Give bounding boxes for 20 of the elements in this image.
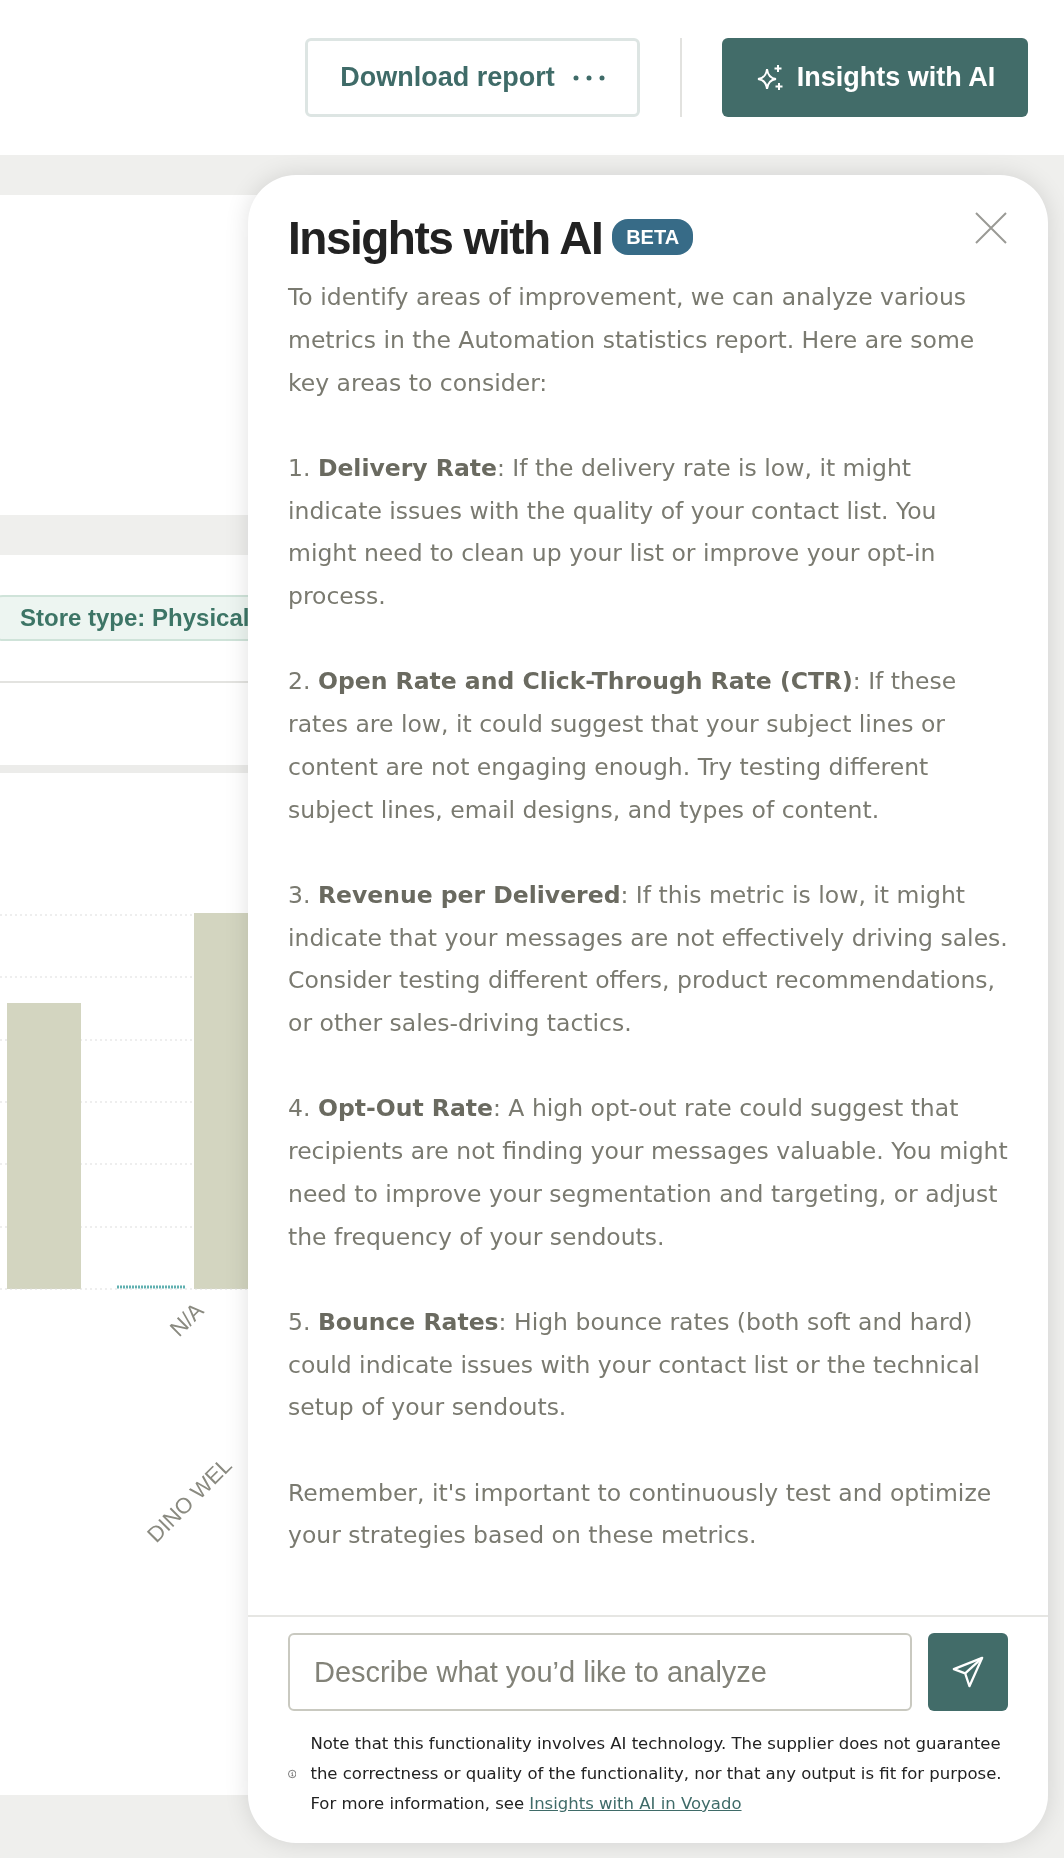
- download-report-button[interactable]: Download report: [305, 38, 640, 117]
- answer-paragraph: 2. Open Rate and Click-Through Rate (CTR): If these rates are low, it could suggest that your subject lines or content are not engaging enough. Try testing different subject lines, email designs, and types of content.: [288, 666, 958, 826]
- insights-with-ai-button[interactable]: Insights with AI: [722, 38, 1028, 117]
- more-icon: [572, 74, 605, 81]
- answer-paragraph: 1. Delivery Rate: If the delivery rate is low, it might indicate issues with the quality of your contact list. You might need to clean up your list or improve your opt-in process.: [288, 453, 938, 613]
- panel-title: Insights with AI: [288, 211, 603, 266]
- send-button[interactable]: [928, 1633, 1008, 1711]
- answer-paragraph: 4. Opt-Out Rate: A high opt-out rate could suggest that recipients are not finding your messages valuable. You might need to improve your segmentation and targeting, or adjust the frequency of your sendouts.: [288, 1093, 1008, 1253]
- disclaimer-text: Note that this functionality involves AI technology. The supplier does not guarantee the correctness or quality of the functionality, nor that any output is fit for purpose. For more information, see Insights with AI in Voyado: [310, 1733, 1003, 1815]
- answer-paragraph: Remember, it's important to continuously test and optimize your strategies based on these metrics.: [288, 1477, 993, 1552]
- input-field[interactable]: Describe what you’d like to analyze: [288, 1633, 912, 1711]
- help-link[interactable]: Insights with AI in Voyado: [529, 1794, 742, 1813]
- answer-paragraph: To identify areas of improvement, we can analyze various metrics in the Automation statistics report. Here are some key areas to consider:: [288, 282, 976, 399]
- close-button[interactable]: [974, 211, 1008, 245]
- paper-plane-icon: [951, 1655, 985, 1689]
- beta-badge: BETA: [612, 219, 694, 255]
- answer-paragraph: 5. Bounce Rates: High bounce rates (both soft and hard) could indicate issues with your contact list or the technical setup of your sendouts.: [288, 1307, 981, 1424]
- answer-paragraph: 3. Revenue per Delivered: If this metric is low, it might indicate that your messages are not effectively driving sales. Consider testing different offers, product recommendations, or other sales-driving tactics.: [288, 880, 1008, 1040]
- axis-label: N/A: [164, 1296, 210, 1344]
- close-icon: [974, 211, 1008, 245]
